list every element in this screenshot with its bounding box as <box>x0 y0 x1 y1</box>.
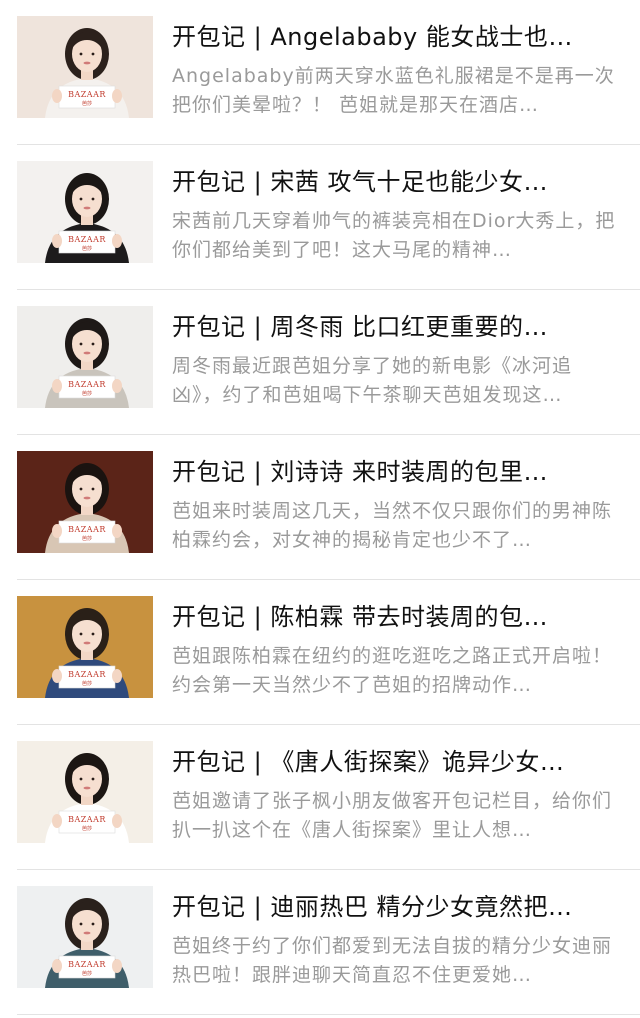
svg-text:芭莎: 芭莎 <box>82 970 92 977</box>
article-title[interactable]: 开包记 | 迪丽热巴 精分少女竟然把… <box>172 890 620 924</box>
svg-text:芭莎: 芭莎 <box>82 535 92 542</box>
svg-text:BAZAAR: BAZAAR <box>68 670 106 679</box>
article-list-item[interactable]: BAZAAR 芭莎 开包记 | 周冬雨 比口红更重要的… 周冬雨最近跟芭姐分享了她的新… <box>0 290 640 435</box>
article-list-item[interactable]: BAZAAR 芭莎 开包记 | Angelababy 能女战士也… Angelabab… <box>0 0 640 145</box>
thumbnail-photo-illustration: BAZAAR芭莎 <box>17 741 153 843</box>
svg-text:BAZAAR: BAZAAR <box>68 525 106 534</box>
article-thumbnail[interactable]: BAZAAR 芭莎 <box>17 596 153 698</box>
article-title[interactable]: 开包记 | 《唐人街探案》诡异少女… <box>172 745 620 779</box>
article-excerpt: 周冬雨最近跟芭姐分享了她的新电影《冰河追凶》，约了和芭姐喝下午茶聊天芭姐发现这… <box>172 355 573 406</box>
svg-text:芭莎: 芭莎 <box>82 680 92 687</box>
article-title[interactable]: 开包记 | 刘诗诗 来时装周的包里… <box>172 455 620 489</box>
article-thumbnail[interactable]: BAZAAR 芭莎 <box>17 451 153 553</box>
thumbnail-photo-illustration: BAZAAR芭莎 <box>17 451 153 553</box>
article-list: BAZAAR 芭莎 开包记 | Angelababy 能女战士也… Angelabab… <box>0 0 640 1018</box>
article-thumbnail[interactable]: BAZAAR 芭莎 <box>17 306 153 408</box>
svg-text:芭莎: 芭莎 <box>82 245 92 252</box>
article-thumbnail[interactable]: BAZAAR 芭莎 <box>17 886 153 988</box>
article-thumbnail[interactable]: BAZAAR 芭莎 <box>17 741 153 843</box>
article-excerpt: Angelababy前两天穿水蓝色礼服裙是不是再一次把你们美晕啦？！ 芭姐就是那… <box>172 65 615 116</box>
thumbnail-photo-illustration: BAZAAR芭莎 <box>17 16 153 118</box>
article-excerpt: 芭姐邀请了张子枫小朋友做客开包记栏目，给你们扒一扒这个在《唐人街探案》里让人想… <box>172 790 613 841</box>
article-excerpt: 宋茜前几天穿着帅气的裤装亮相在Dior大秀上，把你们都给美到了吧！这大马尾的精神… <box>172 210 616 261</box>
list-divider <box>17 1014 640 1015</box>
svg-text:芭莎: 芭莎 <box>82 390 92 397</box>
svg-text:芭莎: 芭莎 <box>82 825 92 832</box>
article-list-item[interactable]: BAZAAR 芭莎 开包记 | 陈柏霖 带去时装周的包… 芭姐跟陈柏霖在纽约的逛吃逛吃… <box>0 580 640 725</box>
thumbnail-photo-illustration: BAZAAR芭莎 <box>17 306 153 408</box>
article-list-item[interactable]: BAZAAR 芭莎 开包记 | 宋茜 攻气十足也能少女… 宋茜前几天穿着帅气的裤装亮相… <box>0 145 640 290</box>
article-thumbnail[interactable]: BAZAAR 芭莎 <box>17 161 153 263</box>
svg-text:BAZAAR: BAZAAR <box>68 960 106 969</box>
svg-text:BAZAAR: BAZAAR <box>68 90 106 99</box>
svg-text:BAZAAR: BAZAAR <box>68 815 106 824</box>
article-list-item[interactable]: BAZAAR 芭莎 开包记 | 《唐人街探案》诡异少女… 芭姐邀请了张子枫小朋友做客开… <box>0 725 640 870</box>
article-title[interactable]: 开包记 | 陈柏霖 带去时装周的包… <box>172 600 620 634</box>
article-excerpt: 芭姐终于约了你们都爱到无法自拔的精分少女迪丽热巴啦！跟胖迪聊天简直忍不住更爱她… <box>172 935 613 986</box>
article-excerpt: 芭姐来时装周这几天，当然不仅只跟你们的男神陈柏霖约会，对女神的揭秘肯定也少不了… <box>172 500 613 551</box>
thumbnail-photo-illustration: BAZAAR芭莎 <box>17 886 153 988</box>
article-list-item[interactable]: BAZAAR 芭莎 开包记 | 迪丽热巴 精分少女竟然把… 芭姐终于约了你们都爱到无法… <box>0 870 640 1015</box>
article-title[interactable]: 开包记 | Angelababy 能女战士也… <box>172 20 620 54</box>
svg-text:芭莎: 芭莎 <box>82 100 92 107</box>
article-thumbnail[interactable]: BAZAAR 芭莎 <box>17 16 153 118</box>
thumbnail-photo-illustration: BAZAAR芭莎 <box>17 596 153 698</box>
article-list-item[interactable]: BAZAAR 芭莎 开包记 | 刘诗诗 来时装周的包里… 芭姐来时装周这几天，当然不仅… <box>0 435 640 580</box>
svg-text:BAZAAR: BAZAAR <box>68 235 106 244</box>
thumbnail-photo-illustration: BAZAAR芭莎 <box>17 161 153 263</box>
article-title[interactable]: 开包记 | 宋茜 攻气十足也能少女… <box>172 165 620 199</box>
article-title[interactable]: 开包记 | 周冬雨 比口红更重要的… <box>172 310 620 344</box>
article-excerpt: 芭姐跟陈柏霖在纽约的逛吃逛吃之路正式开启啦！约会第一天当然少不了芭姐的招牌动作… <box>172 645 613 696</box>
svg-text:BAZAAR: BAZAAR <box>68 380 106 389</box>
